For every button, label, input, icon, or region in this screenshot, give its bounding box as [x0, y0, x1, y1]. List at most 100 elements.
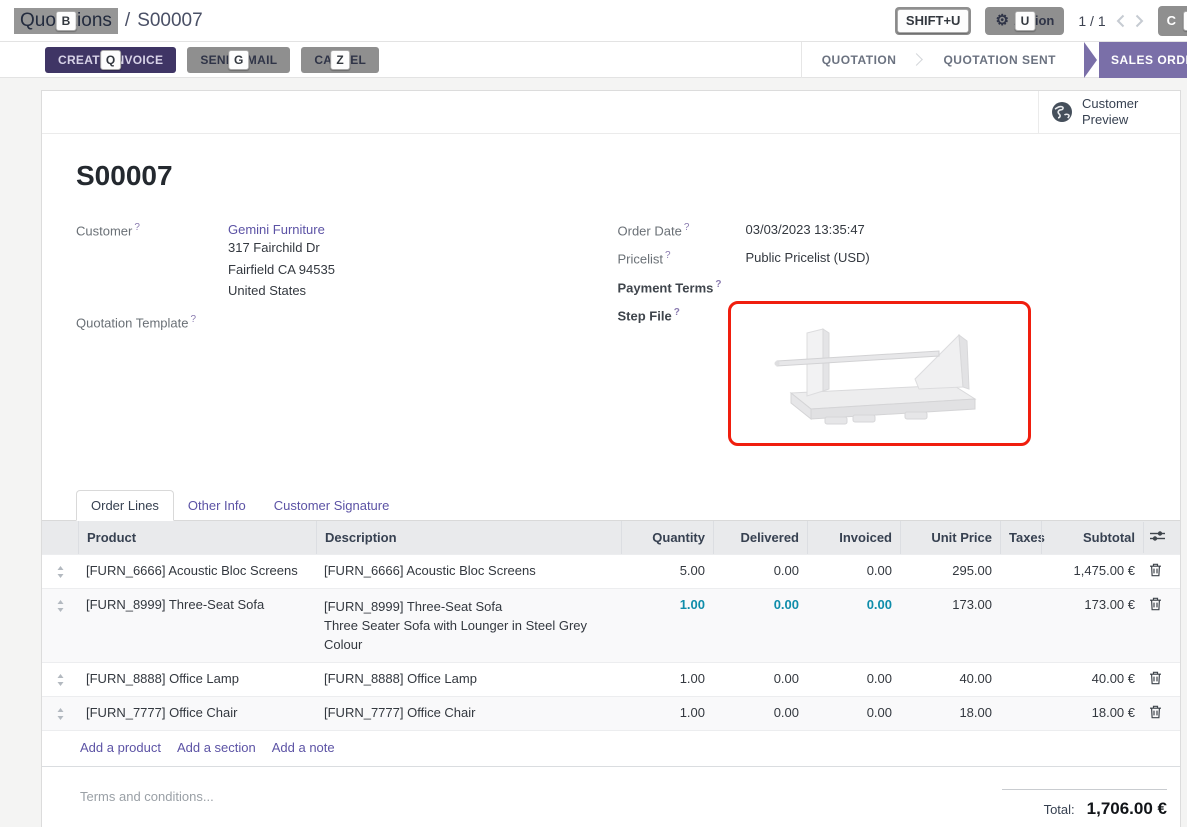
cell-quantity[interactable]: 5.00 — [621, 555, 713, 588]
sheet-footer: Terms and conditions... Total: 1,706.00 … — [42, 767, 1180, 819]
order-date-value[interactable]: 03/03/2023 13:35:47 — [746, 222, 865, 238]
cell-unit-price[interactable]: 18.00 — [900, 697, 1000, 730]
table-row[interactable]: [FURN_7777] Office Chair [FURN_7777] Off… — [42, 696, 1180, 730]
cell-subtotal[interactable]: 1,475.00 € — [1041, 555, 1143, 588]
delete-row-button[interactable] — [1143, 589, 1182, 662]
tab-order-lines[interactable]: Order Lines — [76, 490, 174, 521]
step-file-preview[interactable] — [728, 301, 1031, 446]
trash-icon — [1149, 597, 1162, 611]
send-email-button[interactable]: SEND EMAIL G — [187, 47, 290, 73]
sliders-icon — [1150, 530, 1165, 542]
column-header-delivered[interactable]: Delivered — [713, 521, 807, 554]
shortcut-badge-shift-u: SHIFT+U — [897, 9, 970, 33]
add-product-link[interactable]: Add a product — [80, 740, 161, 755]
cancel-button[interactable]: CANCEL Z — [301, 47, 379, 73]
cell-description[interactable]: [FURN_8888] Office Lamp — [316, 663, 621, 696]
status-arrow-icon — [1084, 42, 1097, 78]
cell-delivered[interactable]: 0.00 — [713, 555, 807, 588]
breadcrumb: Quotations B / S00007 — [14, 8, 203, 34]
create-invoice-button[interactable]: CREATE INVOICE Q — [45, 47, 176, 73]
column-header-unit-price[interactable]: Unit Price — [900, 521, 1000, 554]
pricelist-value[interactable]: Public Pricelist (USD) — [746, 250, 870, 266]
shortcut-hint-wrapper[interactable]: SHIFT+U — [895, 7, 972, 35]
cell-product[interactable]: [FURN_8999] Three-Seat Sofa — [78, 589, 316, 662]
cell-quantity[interactable]: 1.00 — [621, 663, 713, 696]
status-step-quotation-sent[interactable]: QUOTATION SENT — [923, 42, 1076, 78]
button-box: Customer Preview — [42, 91, 1180, 134]
field-order-date: Order Date? 03/03/2023 13:35:47 — [618, 222, 1141, 238]
pager-next-button[interactable] — [1135, 14, 1144, 28]
status-step-quotation[interactable]: QUOTATION — [802, 42, 917, 78]
cell-taxes[interactable] — [1000, 697, 1041, 730]
total-value: 1,706.00 € — [1087, 799, 1167, 819]
cell-quantity[interactable]: 1.00 — [621, 697, 713, 730]
cell-taxes[interactable] — [1000, 589, 1041, 662]
customer-link[interactable]: Gemini Furniture — [228, 222, 335, 237]
cell-unit-price[interactable]: 295.00 — [900, 555, 1000, 588]
field-step-file: Step File? — [618, 307, 1141, 446]
cell-invoiced[interactable]: 0.00 — [807, 589, 900, 662]
cell-invoiced[interactable]: 0.00 — [807, 555, 900, 588]
add-note-link[interactable]: Add a note — [272, 740, 335, 755]
delete-row-button[interactable] — [1143, 663, 1182, 696]
cell-product[interactable]: [FURN_8888] Office Lamp — [78, 663, 316, 696]
cell-delivered[interactable]: 0.00 — [713, 697, 807, 730]
customer-label: Customer? — [76, 222, 228, 302]
field-grid: Customer? Gemini Furniture 317 Fairchild… — [76, 222, 1140, 458]
shortcut-badge-g: G — [228, 50, 250, 70]
top-header: Quotations B / S00007 SHIFT+U ⚙ Action U… — [0, 0, 1187, 42]
column-header-quantity[interactable]: Quantity — [621, 521, 713, 554]
terms-and-conditions-input[interactable]: Terms and conditions... — [80, 789, 214, 804]
column-header-product[interactable]: Product — [78, 521, 316, 554]
column-header-description[interactable]: Description — [316, 521, 621, 554]
cell-quantity[interactable]: 1.00 — [621, 589, 713, 662]
column-header-taxes[interactable]: Taxes — [1000, 521, 1041, 554]
table-row[interactable]: [FURN_6666] Acoustic Bloc Screens [FURN_… — [42, 554, 1180, 588]
drag-handle[interactable] — [42, 663, 78, 696]
cell-subtotal[interactable]: 18.00 € — [1041, 697, 1143, 730]
customer-preview-button[interactable]: Customer Preview — [1038, 91, 1180, 133]
action-button[interactable]: ⚙ Action U — [985, 7, 1064, 35]
cell-description[interactable]: [FURN_8999] Three-Seat Sofa Three Seater… — [316, 589, 621, 662]
table-row[interactable]: [FURN_8999] Three-Seat Sofa [FURN_8999] … — [42, 588, 1180, 662]
add-section-link[interactable]: Add a section — [177, 740, 256, 755]
table-row[interactable]: [FURN_8888] Office Lamp [FURN_8888] Offi… — [42, 662, 1180, 696]
cell-description[interactable]: [FURN_6666] Acoustic Bloc Screens — [316, 555, 621, 588]
totals-block: Total: 1,706.00 € — [1002, 789, 1167, 819]
cell-product[interactable]: [FURN_7777] Office Chair — [78, 697, 316, 730]
cell-invoiced[interactable]: 0.00 — [807, 663, 900, 696]
field-quotation-template: Quotation Template? — [76, 314, 599, 330]
breadcrumb-section-quotations[interactable]: Quotations B — [14, 8, 118, 34]
cell-description[interactable]: [FURN_7777] Office Chair — [316, 697, 621, 730]
handle-column-header — [42, 528, 78, 546]
form-sheet: Customer Preview S00007 Customer? Gemini… — [41, 90, 1181, 827]
cell-subtotal[interactable]: 40.00 € — [1041, 663, 1143, 696]
cell-taxes[interactable] — [1000, 555, 1041, 588]
cell-taxes[interactable] — [1000, 663, 1041, 696]
shortcut-badge-z: Z — [330, 50, 350, 70]
field-payment-terms: Payment Terms? — [618, 279, 1141, 295]
drag-handle[interactable] — [42, 589, 78, 662]
tab-other-info[interactable]: Other Info — [174, 491, 260, 520]
drag-handle[interactable] — [42, 697, 78, 730]
column-header-invoiced[interactable]: Invoiced — [807, 521, 900, 554]
address-line: 317 Fairchild Dr — [228, 237, 335, 259]
drag-handle[interactable] — [42, 555, 78, 588]
cell-unit-price[interactable]: 173.00 — [900, 589, 1000, 662]
status-step-sales-order[interactable]: SALES ORDER — [1084, 42, 1187, 78]
column-header-subtotal[interactable]: Subtotal — [1041, 521, 1143, 554]
cell-invoiced[interactable]: 0.00 — [807, 697, 900, 730]
pager-previous-button[interactable] — [1116, 14, 1125, 28]
delete-row-button[interactable] — [1143, 555, 1182, 588]
delete-row-button[interactable] — [1143, 697, 1182, 730]
create-button[interactable]: C — [1158, 6, 1187, 36]
tab-customer-signature[interactable]: Customer Signature — [260, 491, 404, 520]
help-icon: ? — [191, 314, 197, 325]
cell-unit-price[interactable]: 40.00 — [900, 663, 1000, 696]
field-customer: Customer? Gemini Furniture 317 Fairchild… — [76, 222, 599, 302]
cell-delivered[interactable]: 0.00 — [713, 663, 807, 696]
cell-product[interactable]: [FURN_6666] Acoustic Bloc Screens — [78, 555, 316, 588]
cell-delivered[interactable]: 0.00 — [713, 589, 807, 662]
cell-subtotal[interactable]: 173.00 € — [1041, 589, 1143, 662]
optional-columns-button[interactable] — [1143, 522, 1182, 553]
